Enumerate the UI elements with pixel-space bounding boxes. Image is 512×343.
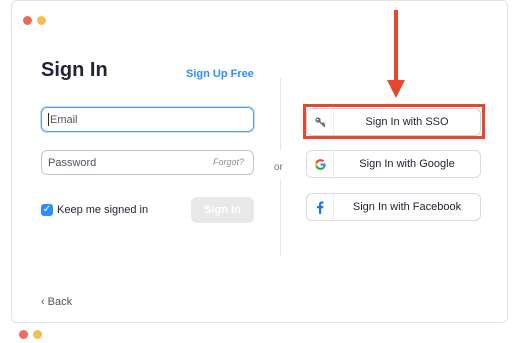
password-field[interactable]: Password Forgot?	[41, 150, 254, 175]
back-label: Back	[47, 296, 73, 308]
sign-in-button[interactable]: Sign In	[191, 197, 254, 223]
email-placeholder: Email	[50, 113, 78, 126]
close-window-button[interactable]	[19, 330, 28, 339]
keep-signed-in-checkbox[interactable]: ✓	[41, 204, 53, 216]
text-cursor	[48, 113, 49, 126]
google-icon	[307, 151, 334, 177]
page-title: Sign In	[41, 59, 108, 81]
divider-line	[280, 78, 281, 150]
or-divider-label: or	[274, 162, 283, 173]
sign-in-google-button[interactable]: Sign In with Google	[306, 150, 481, 178]
sign-in-facebook-label: Sign In with Facebook	[352, 201, 462, 213]
annotation-arrow	[394, 10, 398, 82]
keep-signed-in-option[interactable]: ✓ Keep me signed in	[41, 204, 148, 216]
forgot-password-link[interactable]: Forgot?	[213, 157, 244, 167]
minimize-window-button[interactable]	[37, 16, 46, 25]
email-field[interactable]: Email	[41, 107, 254, 132]
annotation-arrow-head	[387, 80, 405, 98]
sign-up-link[interactable]: Sign Up Free	[186, 68, 254, 80]
divider-line	[280, 180, 281, 256]
sign-in-facebook-button[interactable]: Sign In with Facebook	[306, 193, 481, 221]
sign-in-google-label: Sign In with Google	[359, 158, 455, 170]
chevron-left-icon: ‹	[41, 296, 45, 308]
window-controls	[23, 16, 46, 25]
window-controls	[19, 330, 42, 339]
facebook-icon	[307, 194, 334, 220]
minimize-window-button[interactable]	[33, 330, 42, 339]
keep-signed-in-label: Keep me signed in	[57, 204, 149, 216]
annotation-highlight-box	[303, 104, 485, 139]
close-window-button[interactable]	[23, 16, 32, 25]
back-button[interactable]: ‹ Back	[41, 296, 72, 308]
password-placeholder: Password	[48, 156, 97, 169]
